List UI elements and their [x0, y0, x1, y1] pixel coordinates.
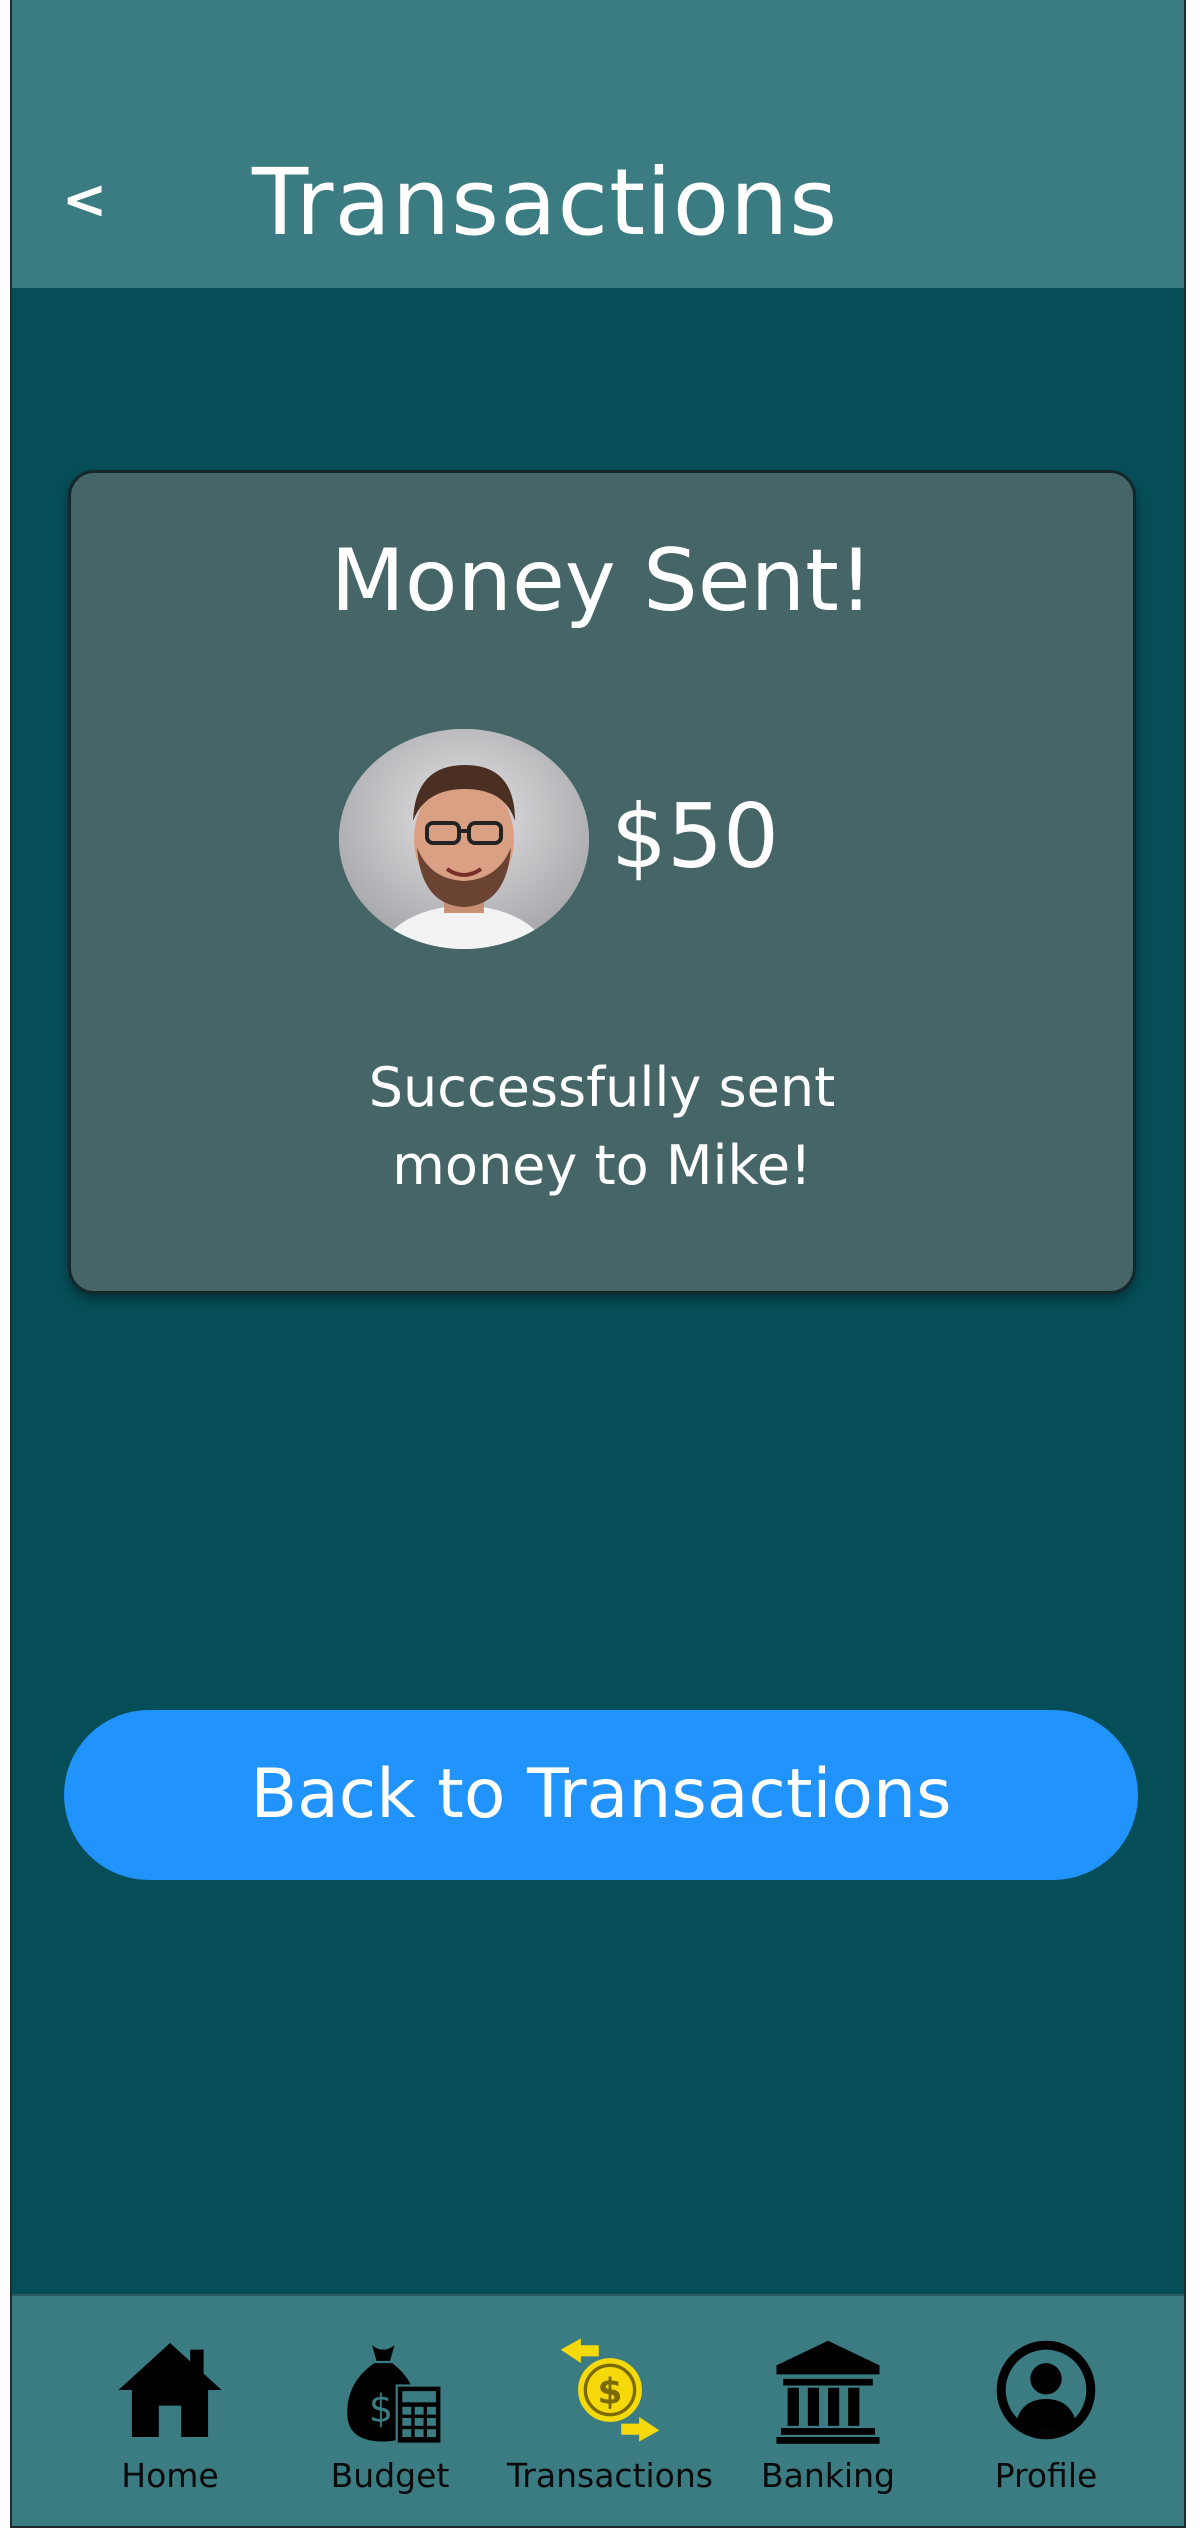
- dollar-exchange-icon: $: [560, 2338, 660, 2442]
- tab-banking[interactable]: Banking: [718, 2296, 938, 2526]
- home-icon: [118, 2342, 222, 2438]
- recipient-avatar: [339, 729, 589, 949]
- success-message: Successfully sent money to Mike!: [368, 1056, 836, 1197]
- money-bag-calculator-icon: $: [347, 2345, 443, 2445]
- tab-transactions[interactable]: $ Transactions: [500, 2296, 720, 2526]
- tab-label-transactions: Transactions: [507, 2456, 713, 2495]
- tab-label-budget: Budget: [330, 2456, 450, 2495]
- back-chevron-icon[interactable]: <: [62, 170, 122, 230]
- bottom-tab-bar: Home $ Budget $ Transactions Banking Pro…: [12, 2294, 1184, 2526]
- app-screen: < Transactions Money Sent! $50 Successfu…: [10, 0, 1186, 2528]
- confirmation-card: Money Sent! $50 Successfully sent money …: [68, 470, 1136, 1294]
- tab-home[interactable]: Home: [60, 2296, 280, 2526]
- svg-text:$: $: [369, 2386, 393, 2430]
- tab-profile[interactable]: Profile: [936, 2296, 1156, 2526]
- avatar-photo: [339, 729, 589, 949]
- confirmation-title: Money Sent!: [330, 531, 874, 631]
- sent-amount: $50: [611, 785, 779, 888]
- tab-budget[interactable]: $ Budget: [280, 2296, 500, 2526]
- tab-label-profile: Profile: [994, 2456, 1098, 2495]
- back-to-transactions-button[interactable]: Back to Transactions: [64, 1710, 1138, 1880]
- bank-icon: [776, 2340, 880, 2444]
- top-header: < Transactions: [12, 0, 1184, 288]
- page-title: Transactions: [252, 149, 839, 256]
- profile-icon: [996, 2340, 1096, 2440]
- svg-text:$: $: [598, 2371, 623, 2412]
- tab-label-banking: Banking: [761, 2456, 895, 2495]
- tab-label-home: Home: [121, 2456, 219, 2495]
